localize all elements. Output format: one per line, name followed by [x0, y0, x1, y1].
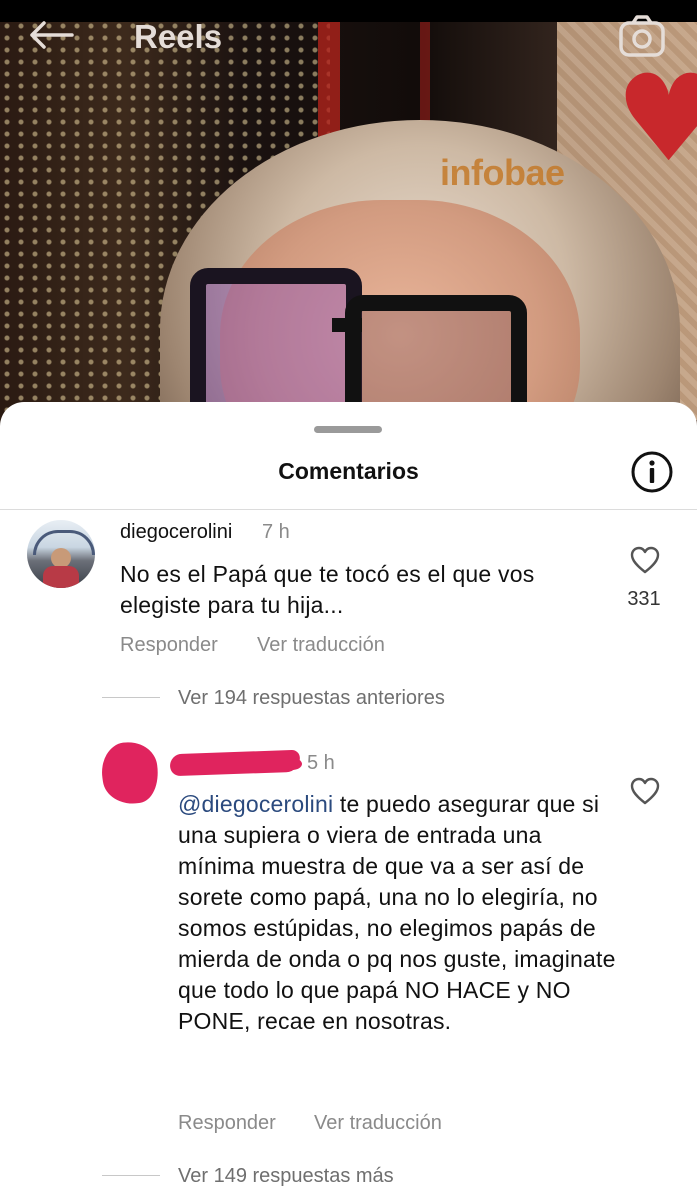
comment-text: @diegocerolini te puedo asegurar que si … [178, 789, 618, 1037]
info-icon[interactable] [630, 450, 674, 494]
redacted-username [169, 749, 301, 777]
comment-time: 7 h [262, 521, 290, 543]
thread-line [102, 1175, 160, 1176]
avatar-head [51, 548, 71, 568]
translate-button[interactable]: Ver traducción [314, 1112, 442, 1135]
reel-video[interactable]: ♥ infobae [0, 0, 697, 430]
page-title: Reels [134, 18, 223, 55]
heart-icon[interactable] [630, 777, 660, 805]
redacted-username [282, 758, 302, 770]
view-replies-button[interactable]: Ver 149 respuestas más [178, 1165, 394, 1188]
arrow-left-icon[interactable] [28, 20, 74, 50]
reply-button[interactable]: Responder [120, 634, 218, 657]
thread-line [102, 697, 160, 698]
top-bar: Reels [0, 8, 697, 58]
drag-handle[interactable] [314, 426, 382, 433]
glasses-left-lens [190, 268, 362, 420]
translate-button[interactable]: Ver traducción [257, 634, 385, 657]
avatar[interactable] [97, 738, 163, 808]
comment-username[interactable]: diegocerolini [120, 521, 232, 544]
heart-decoration-icon: ♥ [615, 50, 697, 189]
comments-sheet: Comentarios diegocerolini 7 h No es el P… [0, 402, 697, 1200]
avatar-body [43, 566, 79, 588]
watermark: infobae [440, 152, 565, 193]
sheet-title: Comentarios [278, 458, 419, 484]
reply-button[interactable]: Responder [178, 1112, 276, 1135]
divider [0, 509, 697, 510]
like-count: 331 [627, 588, 661, 610]
comment-body: te puedo asegurar que si una supiera o v… [178, 791, 616, 1034]
mention-link[interactable]: @diegocerolini [178, 791, 333, 817]
avatar[interactable] [27, 520, 95, 588]
camera-icon[interactable] [618, 14, 666, 58]
heart-icon[interactable] [630, 546, 660, 574]
glasses-bridge [332, 318, 362, 332]
view-replies-button[interactable]: Ver 194 respuestas anteriores [178, 687, 445, 710]
comment-time: 5 h [307, 752, 335, 774]
comment-text: No es el Papá que te tocó es el que vos … [120, 561, 535, 618]
